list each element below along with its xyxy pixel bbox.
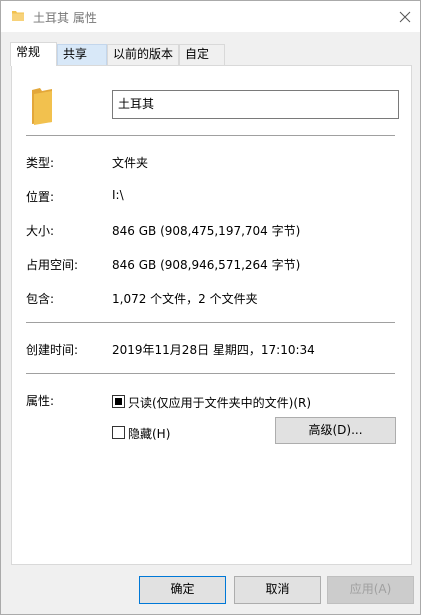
title-bar: 土耳其 属性 <box>1 1 420 32</box>
attributes-label: 属性: <box>26 394 55 408</box>
close-button[interactable] <box>390 1 420 32</box>
folder-icon <box>12 11 24 21</box>
general-panel: 土耳其 类型: 文件夹 位置: I:\ 大小: 846 GB (908,475,… <box>11 65 412 565</box>
close-icon <box>399 11 411 22</box>
created-label: 创建时间: <box>26 343 79 357</box>
hidden-checkbox[interactable] <box>112 426 125 439</box>
tab-label: 以前的版本 <box>113 47 174 61</box>
advanced-button[interactable]: 高级(D)... <box>275 417 396 444</box>
contains-label: 包含: <box>26 292 55 306</box>
readonly-checkbox[interactable] <box>112 395 125 408</box>
divider <box>26 373 395 374</box>
size-value: 846 GB (908,475,197,704 字节) <box>112 224 301 238</box>
hidden-label[interactable]: 隐藏(H) <box>128 425 170 442</box>
tab-customize[interactable]: 自定义 <box>179 44 225 80</box>
apply-button[interactable]: 应用(A) <box>327 576 414 604</box>
divider <box>26 135 395 136</box>
readonly-label[interactable]: 只读(仅应用于文件夹中的文件)(R) <box>128 394 311 411</box>
size-on-disk-label: 占用空间: <box>26 258 79 272</box>
divider <box>26 322 395 323</box>
tab-label: 共享 <box>63 47 88 61</box>
ok-button[interactable]: 确定 <box>139 576 226 604</box>
location-value: I:\ <box>112 188 124 202</box>
tab-label: 常规 <box>16 45 41 59</box>
location-label: 位置: <box>26 190 55 204</box>
folder-name-field[interactable]: 土耳其 <box>112 90 399 119</box>
tab-general[interactable]: 常规 <box>10 42 57 66</box>
window-title: 土耳其 属性 <box>33 11 97 25</box>
size-label: 大小: <box>26 224 55 238</box>
contains-value: 1,072 个文件，2 个文件夹 <box>112 292 258 306</box>
type-label: 类型: <box>26 156 55 170</box>
cancel-button[interactable]: 取消 <box>234 576 321 604</box>
size-on-disk-value: 846 GB (908,946,571,264 字节) <box>112 258 301 272</box>
properties-dialog: 土耳其 属性 常规 共享 以前的版本 自定义 土耳其 类型: 文件夹 位置: I… <box>0 0 421 615</box>
tab-sharing[interactable]: 共享 <box>57 44 107 65</box>
created-value: 2019年11月28日 星期四，17:10:34 <box>112 343 315 357</box>
type-value: 文件夹 <box>112 156 149 170</box>
tab-previous-versions[interactable]: 以前的版本 <box>107 44 179 65</box>
folder-icon <box>32 88 52 125</box>
